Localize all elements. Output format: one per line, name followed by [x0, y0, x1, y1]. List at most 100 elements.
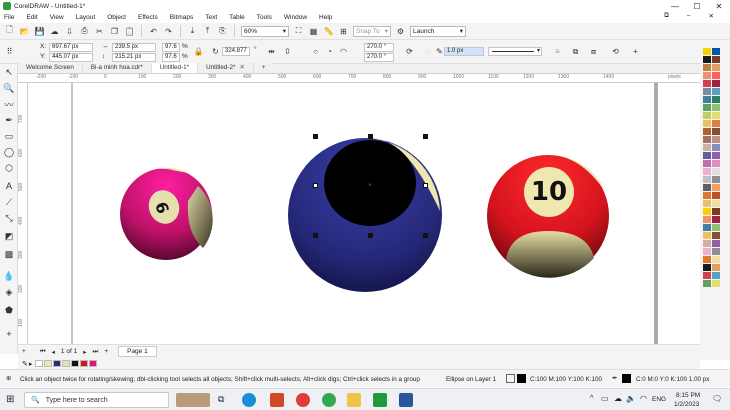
- language-indicator[interactable]: ENG: [652, 396, 666, 403]
- ellipse-shape-icon[interactable]: ○: [310, 46, 321, 57]
- palette-swatch[interactable]: [712, 96, 720, 103]
- add-tool-icon[interactable]: +: [3, 328, 15, 340]
- end-angle-field[interactable]: 270.0 °: [364, 53, 394, 62]
- mirror-horizontal-icon[interactable]: ⇹: [266, 46, 277, 57]
- palette-swatch[interactable]: [703, 272, 711, 279]
- swatch-cream[interactable]: [44, 360, 53, 367]
- tray-chevron-icon[interactable]: ^: [590, 395, 593, 402]
- zoom-select[interactable]: 60% ▾: [241, 25, 289, 37]
- palette-swatch[interactable]: [703, 192, 711, 199]
- outline-swatch[interactable]: [622, 374, 631, 383]
- palette-swatch[interactable]: [712, 144, 720, 151]
- tab-welcome-screen[interactable]: Welcome Screen: [18, 63, 83, 73]
- menu-file[interactable]: File: [4, 14, 14, 21]
- pie-shape-icon[interactable]: ◔: [324, 46, 335, 57]
- selection-handle-bottom-right[interactable]: [423, 233, 428, 238]
- export-icon[interactable]: ⤒: [202, 26, 213, 37]
- wrap-text-icon[interactable]: ≡: [552, 46, 563, 57]
- rulers-icon[interactable]: 📏: [323, 26, 334, 37]
- billiard-ball-9[interactable]: 9: [120, 168, 213, 260]
- outline-width-field[interactable]: 1.0 px: [444, 47, 484, 56]
- page-1-tab[interactable]: Page 1: [118, 346, 157, 357]
- to-back-icon[interactable]: ⧈: [588, 46, 599, 57]
- palette-swatch[interactable]: [712, 232, 720, 239]
- palette-swatch[interactable]: [712, 136, 720, 143]
- menu-help[interactable]: Help: [319, 14, 332, 21]
- taskbar-search[interactable]: 🔍 Type here to search: [24, 392, 169, 408]
- palette-swatch[interactable]: [712, 56, 720, 63]
- menu-window[interactable]: Window: [284, 14, 307, 21]
- palette-swatch[interactable]: [703, 160, 711, 167]
- word-icon[interactable]: [399, 393, 413, 407]
- swatch-navy[interactable]: [53, 360, 62, 367]
- palette-swatch[interactable]: [712, 248, 720, 255]
- palette-swatch[interactable]: [712, 80, 720, 87]
- menu-bitmaps[interactable]: Bitmaps: [170, 14, 193, 21]
- palette-swatch[interactable]: [703, 112, 711, 119]
- office-icon[interactable]: [270, 393, 284, 407]
- close-tab-icon[interactable]: ✕: [239, 64, 244, 71]
- cut-icon[interactable]: ✂: [94, 26, 105, 37]
- convert-curves-icon[interactable]: ◌: [422, 46, 433, 57]
- notification-icon[interactable]: 🗨: [712, 394, 722, 403]
- palette-swatch[interactable]: [712, 176, 720, 183]
- palette-swatch[interactable]: [712, 88, 720, 95]
- tab-bi-a-minh-hoa[interactable]: Bi-a minh hoa.cdr*: [82, 63, 152, 73]
- outline-pen-icon[interactable]: ✒: [612, 375, 617, 382]
- rotation-angle-field[interactable]: 324.877: [222, 47, 250, 56]
- fill-swatch[interactable]: [517, 374, 526, 383]
- tab-untitled-2[interactable]: Untitled-2* ✕: [198, 63, 254, 73]
- connector-tool-icon[interactable]: ⤡: [3, 212, 15, 224]
- artistic-media-icon[interactable]: ✒: [3, 114, 15, 126]
- height-field[interactable]: 215.21 px: [112, 53, 156, 62]
- palette-swatch[interactable]: [703, 72, 711, 79]
- palette-swatch[interactable]: [703, 48, 711, 55]
- add-page-icon[interactable]: +: [22, 348, 26, 355]
- parallel-dimension-icon[interactable]: ⟋: [3, 196, 15, 208]
- palette-swatch[interactable]: [703, 120, 711, 127]
- copy-icon[interactable]: ❐: [109, 26, 120, 37]
- minimize-button[interactable]: —: [664, 0, 686, 12]
- palette-swatch[interactable]: [712, 200, 720, 207]
- close-doc-icon[interactable]: ✕: [709, 12, 714, 20]
- palette-swatch[interactable]: [712, 272, 720, 279]
- palette-swatch[interactable]: [703, 168, 711, 175]
- close-button[interactable]: ✕: [708, 0, 730, 12]
- mirror-vertical-icon[interactable]: ⇳: [282, 46, 293, 57]
- full-screen-icon[interactable]: ⛶: [293, 26, 304, 37]
- palette-swatch[interactable]: [712, 120, 720, 127]
- menu-table[interactable]: Table: [229, 14, 245, 21]
- palette-swatch[interactable]: [703, 256, 711, 263]
- wifi-icon[interactable]: ◠: [640, 394, 647, 403]
- minimize-doc-icon[interactable]: –: [687, 12, 691, 20]
- add-icon[interactable]: +: [630, 46, 641, 57]
- save-icon[interactable]: 💾: [34, 26, 45, 37]
- palette-swatch[interactable]: [703, 224, 711, 231]
- scale-x-field[interactable]: 97.6: [162, 43, 180, 52]
- palette-swatch[interactable]: [703, 128, 711, 135]
- x-position-field[interactable]: 697.67 px: [49, 43, 93, 52]
- maximize-button[interactable]: ☐: [686, 0, 708, 12]
- palette-swatch[interactable]: [703, 200, 711, 207]
- rectangle-tool-icon[interactable]: ▭: [3, 130, 15, 142]
- menu-layout[interactable]: Layout: [76, 14, 96, 21]
- object-origin-icon[interactable]: ⠿: [4, 46, 15, 57]
- palette-swatch[interactable]: [703, 176, 711, 183]
- guides-icon[interactable]: ⊞: [338, 26, 349, 37]
- swatch-none[interactable]: [35, 360, 44, 367]
- arc-shape-icon[interactable]: ◠: [338, 46, 349, 57]
- grid-icon[interactable]: ▦: [308, 26, 319, 37]
- clock-time[interactable]: 8:15 PM: [676, 392, 700, 399]
- swatch-red[interactable]: [80, 360, 89, 367]
- menu-effects[interactable]: Effects: [138, 14, 158, 21]
- node-handle-right[interactable]: [423, 183, 428, 188]
- palette-swatch[interactable]: [703, 248, 711, 255]
- selection-handle-top-right[interactable]: [423, 134, 428, 139]
- menu-object[interactable]: Object: [107, 14, 126, 21]
- selection-handle-top[interactable]: [368, 134, 373, 139]
- pick-tool-icon[interactable]: ↖: [3, 66, 15, 78]
- open-icon[interactable]: 📂: [19, 26, 30, 37]
- new-document-icon[interactable]: 🗋: [4, 25, 15, 37]
- palette-swatch[interactable]: [703, 184, 711, 191]
- palette-swatch[interactable]: [703, 208, 711, 215]
